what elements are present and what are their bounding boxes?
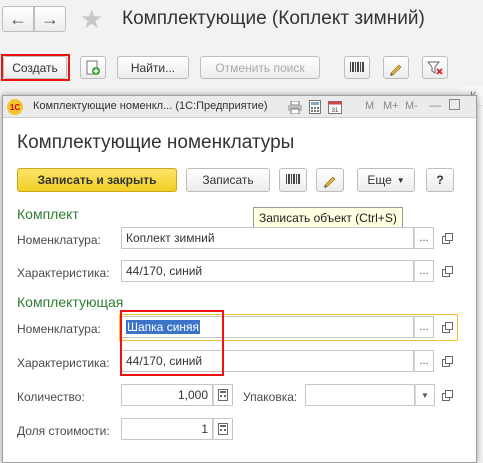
chevron-down-icon: ▼ <box>421 390 429 400</box>
pencil-icon <box>324 176 336 188</box>
open-icon[interactable] <box>439 230 455 246</box>
calculator-icon <box>218 423 228 435</box>
quantity-calculator-button[interactable] <box>213 384 233 406</box>
create-button[interactable]: Создать <box>3 56 67 79</box>
dialog-titlebar[interactable]: 1C Комплектующие номенкл... (1С:Предприя… <box>3 96 476 118</box>
more-button-label: Еще <box>367 173 392 187</box>
page-title: Комплектующие (Коплект зимний) <box>122 8 425 29</box>
open-icon[interactable] <box>439 353 455 369</box>
dialog-titlebar-text: Комплектующие номенкл... (1С:Предприятие… <box>33 100 268 112</box>
quantity-field[interactable]: 1,000 <box>121 384 213 406</box>
memory-m-button[interactable]: M <box>365 100 374 112</box>
more-button[interactable]: Еще ▼ <box>357 168 415 192</box>
kit-characteristic-select-button[interactable]: ... <box>414 260 434 282</box>
component-characteristic-label: Характеристика: <box>17 356 110 370</box>
kit-nomenclature-label: Номенклатура: <box>17 233 101 247</box>
cost-share-label: Доля стоимости: <box>17 424 110 438</box>
svg-text:31: 31 <box>332 108 339 114</box>
component-nomenclature-field[interactable]: Шапка синяя <box>121 316 414 338</box>
app-1c-logo-icon: 1C <box>7 99 23 115</box>
barcode-button[interactable] <box>344 56 370 79</box>
write-button[interactable]: Записать <box>186 168 270 192</box>
dialog-window: 1C Комплектующие номенкл... (1С:Предприя… <box>2 95 477 463</box>
arrow-left-icon: ← <box>9 8 27 29</box>
clear-filter-button[interactable] <box>422 56 448 79</box>
component-nomenclature-value: Шапка синяя <box>126 320 201 334</box>
component-section-title: Комплектующая <box>17 294 124 310</box>
cancel-search-button[interactable]: Отменить поиск <box>200 56 320 79</box>
arrow-right-icon: → <box>41 8 59 29</box>
package-field[interactable] <box>305 384 415 406</box>
back-button[interactable]: ← <box>2 6 34 32</box>
package-label: Упаковка: <box>243 390 298 404</box>
barcode-icon <box>350 61 364 72</box>
maximize-button[interactable] <box>449 99 460 110</box>
barcode-button[interactable] <box>279 168 307 192</box>
minimize-button[interactable]: — <box>429 98 441 112</box>
write-and-close-button[interactable]: Записать и закрыть <box>17 168 177 192</box>
component-nomenclature-select-button[interactable]: ... <box>414 316 434 338</box>
cost-share-field[interactable]: 1 <box>121 418 213 440</box>
cost-share-calculator-button[interactable] <box>213 418 233 440</box>
add-document-icon <box>86 60 100 75</box>
calendar-icon[interactable]: 31 <box>327 99 343 115</box>
forward-button[interactable]: → <box>34 6 66 32</box>
kit-nomenclature-field[interactable]: Коплект зимний <box>121 227 414 249</box>
kit-nomenclature-select-button[interactable]: ... <box>414 227 434 249</box>
barcode-icon <box>286 174 300 184</box>
package-dropdown-button[interactable]: ▼ <box>415 384 435 406</box>
edit-button[interactable] <box>383 56 409 79</box>
open-icon[interactable] <box>439 263 455 279</box>
tooltip: Записать объект (Ctrl+S) <box>253 207 403 228</box>
print-icon[interactable] <box>287 99 303 115</box>
edit-button[interactable] <box>316 168 344 192</box>
kit-characteristic-label: Характеристика: <box>17 266 110 280</box>
find-button[interactable]: Найти... <box>117 56 189 79</box>
memory-m-plus-button[interactable]: M+ <box>383 100 399 112</box>
calculator-icon[interactable] <box>307 99 323 115</box>
pencil-icon <box>390 64 402 76</box>
help-button[interactable]: ? <box>426 168 454 192</box>
add-copy-button[interactable] <box>80 56 106 79</box>
component-nomenclature-label: Номенклатура: <box>17 322 101 336</box>
memory-m-minus-button[interactable]: M- <box>405 100 418 112</box>
kit-section-title: Комплект <box>17 206 79 222</box>
chevron-down-icon: ▼ <box>396 175 405 185</box>
filter-clear-icon <box>427 61 443 75</box>
component-characteristic-field[interactable]: 44/170, синий <box>121 350 414 372</box>
favorite-star-icon[interactable]: ★ <box>80 4 103 35</box>
component-characteristic-select-button[interactable]: ... <box>414 350 434 372</box>
form-title: Комплектующие номенклатуры <box>17 132 295 153</box>
quantity-label: Количество: <box>17 390 85 404</box>
kit-characteristic-field[interactable]: 44/170, синий <box>121 260 414 282</box>
calculator-icon <box>218 389 228 401</box>
open-icon[interactable] <box>439 319 455 335</box>
open-icon[interactable] <box>439 387 455 403</box>
